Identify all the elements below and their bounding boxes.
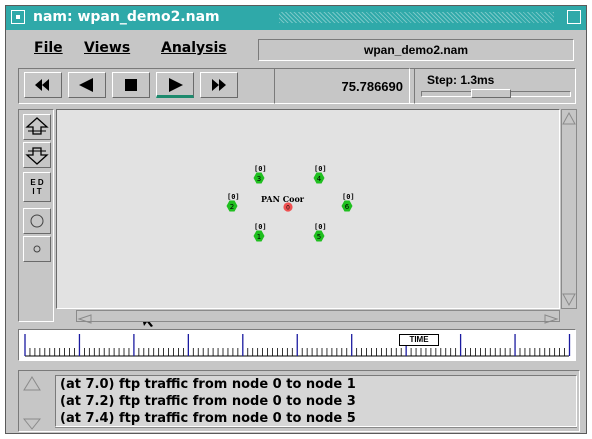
large-circle-button[interactable] [23, 208, 51, 234]
node-2[interactable]: 2 [226, 200, 238, 212]
node-5-id: 5 [317, 233, 321, 241]
timeline-slider[interactable]: TIME [18, 329, 576, 361]
rewind-button[interactable] [24, 72, 62, 98]
edit-label-bottom: I T [32, 187, 42, 196]
node-1[interactable]: 1 [253, 230, 265, 242]
tool-panel: E D I T [18, 109, 54, 322]
node-5[interactable]: 5 [313, 230, 325, 242]
menu-views-label: Views [84, 40, 131, 56]
node-6-id: 6 [345, 203, 350, 211]
node-0-id: 0 [286, 206, 290, 212]
current-time: 75.786690 [274, 68, 410, 104]
annotation-panel: (at 7.0) ftp traffic from node 0 to node… [18, 370, 580, 432]
menu-file-label: File [34, 40, 63, 56]
annotation-line[interactable]: (at 7.2) ftp traffic from node 0 to node… [60, 393, 576, 410]
zoom-out-icon [25, 147, 49, 165]
zoom-out-button[interactable] [23, 142, 51, 168]
timeline-ticks [24, 334, 571, 357]
annotation-line[interactable]: (at 7.0) ftp traffic from node 0 to node… [60, 376, 576, 393]
zoom-in-button[interactable] [23, 114, 51, 140]
annotation-list[interactable]: (at 7.0) ftp traffic from node 0 to node… [55, 375, 577, 427]
node-3[interactable]: 3 [253, 172, 265, 184]
canvas-vertical-scrollbar[interactable] [561, 109, 577, 309]
file-name-field: wpan_demo2.nam [258, 39, 574, 61]
menu-analysis-label: Analysis [161, 40, 227, 56]
play-forward-icon [169, 78, 183, 92]
timeline-time-marker[interactable]: TIME [399, 334, 439, 346]
play-forward-button[interactable] [156, 72, 194, 98]
node-2-id: 2 [230, 203, 234, 211]
rewind-icon [35, 79, 49, 91]
scroll-arrows-horizontal [77, 314, 559, 324]
step-label: Step: 1.3ms [427, 73, 495, 87]
edit-label-top: E D [30, 178, 44, 187]
window-menu-icon[interactable] [11, 10, 25, 24]
title-bar[interactable]: nam: wpan_demo2.nam [6, 6, 586, 30]
annotation-scroll-up-icon[interactable] [23, 375, 41, 431]
play-backward-button[interactable] [68, 72, 106, 98]
menu-views[interactable]: Views [84, 40, 130, 56]
play-backward-icon [79, 78, 93, 92]
node-1-id: 1 [257, 233, 261, 241]
fast-forward-button[interactable] [200, 72, 238, 98]
canvas-horizontal-scrollbar[interactable] [76, 310, 560, 324]
title-bar-pattern [279, 12, 554, 23]
small-circle-icon [33, 245, 41, 253]
node-3-id: 3 [257, 175, 261, 183]
node-4-id: 4 [317, 175, 322, 183]
node-0[interactable]: 0 [283, 202, 293, 212]
nam-window: nam: wpan_demo2.nam File Views Analysis … [5, 5, 587, 434]
window-title: nam: wpan_demo2.nam [33, 9, 220, 25]
fast-forward-icon [212, 79, 226, 91]
zoom-in-icon [25, 117, 49, 135]
small-circle-button[interactable] [23, 236, 51, 262]
step-control: Step: 1.3ms [414, 68, 576, 104]
menu-file[interactable]: File [34, 40, 63, 56]
scroll-arrows-vertical [562, 111, 576, 307]
large-circle-icon [30, 214, 44, 228]
annotation-horizontal-scrollbar[interactable] [55, 427, 577, 434]
node-4[interactable]: 4 [313, 172, 325, 184]
edit-button[interactable]: E D I T [23, 172, 51, 202]
node-6[interactable]: 6 [341, 200, 353, 212]
network-canvas[interactable]: [0] 3 [0] 4 [0] 2 PAN Coor 0 [0] 6 [0] 1… [56, 109, 560, 327]
stop-icon [125, 79, 137, 91]
step-slider-thumb[interactable] [471, 89, 511, 98]
menu-analysis[interactable]: Analysis [161, 40, 227, 56]
maximize-icon[interactable] [567, 10, 581, 24]
annotation-line[interactable]: (at 7.4) ftp traffic from node 0 to node… [60, 410, 576, 427]
stop-button[interactable] [112, 72, 150, 98]
